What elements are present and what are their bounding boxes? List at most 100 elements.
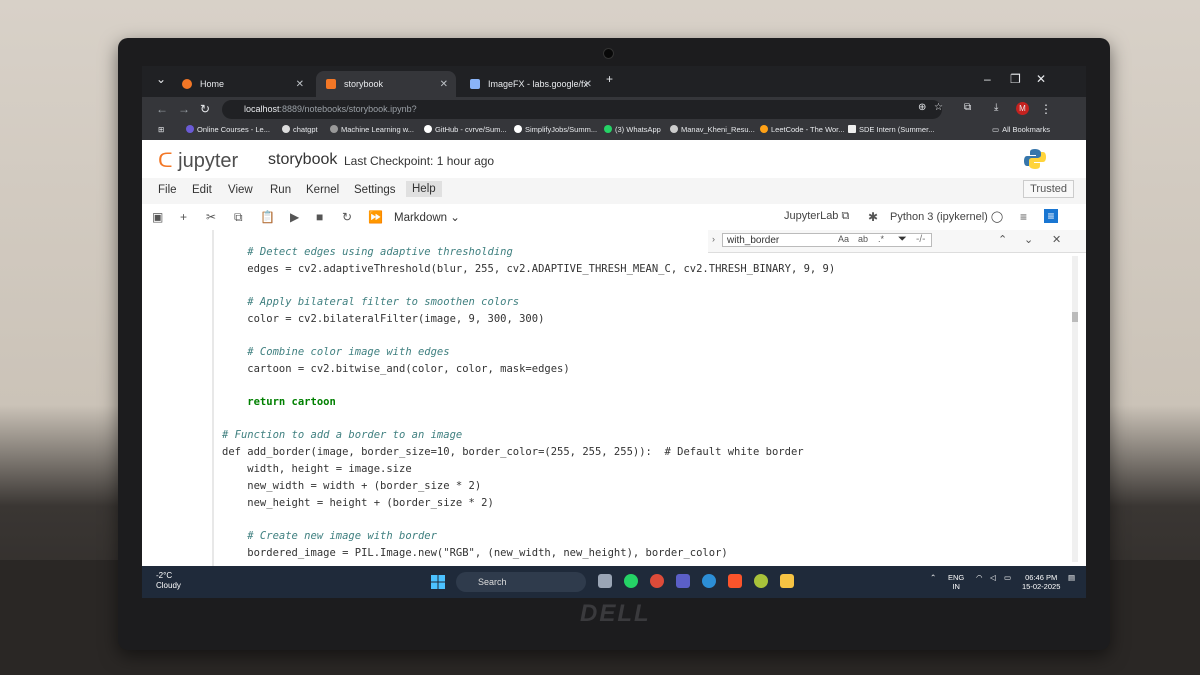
jupyter-header: ᑕ jupyter storybook Last Checkpoint: 1 h…	[142, 140, 1086, 178]
download-icon[interactable]: ⤓	[994, 102, 998, 113]
list-icon[interactable]: ≡	[1020, 210, 1027, 224]
menu-kernel[interactable]: Kernel	[306, 184, 339, 196]
edge-app-icon[interactable]	[702, 574, 716, 588]
extensions-icon[interactable]: ⧉	[964, 102, 971, 113]
battery-icon[interactable]: ▭	[1004, 573, 1011, 582]
bookmark-item[interactable]: GitHub - cvrve/Sum...	[424, 125, 507, 134]
restart-icon[interactable]: ↻	[342, 210, 352, 224]
tab-home[interactable]: Home ✕	[172, 71, 312, 97]
paste-icon[interactable]: 📋	[260, 210, 275, 224]
bookmark-star-icon[interactable]: ☆	[934, 102, 943, 113]
notification-icon[interactable]: ▤	[1068, 573, 1075, 582]
close-icon[interactable]: ✕	[296, 79, 304, 90]
menu-help[interactable]: Help	[406, 181, 442, 197]
menu-settings[interactable]: Settings	[354, 184, 396, 196]
close-icon[interactable]: ✕	[440, 79, 448, 90]
profile-avatar[interactable]: M	[1016, 102, 1029, 115]
tab-imagefx[interactable]: ImageFX - labs.google/fx ✕	[460, 71, 600, 97]
kernel-status[interactable]: Python 3 (ipykernel) ◯	[890, 210, 1003, 223]
find-next-icon[interactable]: ⌄	[1024, 233, 1033, 246]
clock[interactable]: 06:46 PM 15-02-2025	[1022, 573, 1060, 591]
search-label: Search	[478, 577, 507, 587]
zoom-icon[interactable]: ⊕	[918, 102, 926, 113]
bookmark-item[interactable]: Manav_Kheni_Resu...	[670, 125, 755, 134]
jupyter-logo[interactable]: ᑕ jupyter	[158, 148, 238, 173]
restore-icon[interactable]: ❐	[1010, 72, 1021, 86]
notebook-area: # Detect edges using adaptive thresholdi…	[142, 230, 1086, 566]
back-icon[interactable]: ←	[156, 102, 168, 116]
apps-icon[interactable]: ⊞	[158, 125, 164, 134]
weather-desc: Cloudy	[156, 581, 181, 590]
bookmark-item[interactable]: (3) WhatsApp	[604, 125, 661, 134]
chrome-menu-icon[interactable]: ⋮	[1040, 102, 1052, 116]
teams-app-icon[interactable]	[676, 574, 690, 588]
bookmark-item[interactable]: Machine Learning w...	[330, 125, 414, 134]
add-cell-icon[interactable]: +	[180, 210, 187, 224]
file-explorer-app-icon[interactable]	[598, 574, 612, 588]
brave-app-icon[interactable]	[728, 574, 742, 588]
wifi-icon[interactable]: ◠	[976, 573, 983, 582]
tab-search-icon[interactable]: ⌄	[156, 72, 166, 86]
notebook-title[interactable]: storybook	[268, 151, 337, 169]
reload-icon[interactable]: ↻	[200, 102, 210, 116]
minimize-icon[interactable]: –	[984, 72, 991, 86]
bookmark-item[interactable]: chatgpt	[282, 125, 318, 134]
jupyterlab-link[interactable]: JupyterLab ⧉	[784, 210, 849, 223]
menu-run[interactable]: Run	[270, 184, 291, 196]
whole-word-icon[interactable]: ab	[858, 234, 868, 244]
regex-icon[interactable]: .*	[878, 234, 884, 244]
url-host: localhost	[244, 104, 280, 114]
cell-type-select[interactable]: Markdown ⌄	[394, 210, 460, 224]
filter-icon[interactable]: ⏷	[898, 233, 907, 246]
whatsapp-icon	[604, 125, 612, 133]
tab-storybook[interactable]: storybook ✕	[316, 71, 456, 97]
chevron-right-icon[interactable]: ›	[712, 234, 715, 244]
find-close-icon[interactable]: ✕	[1052, 233, 1061, 246]
whatsapp-app-icon[interactable]	[624, 574, 638, 588]
language-indicator[interactable]: ENG IN	[948, 573, 964, 591]
copy-icon[interactable]: ⧉	[234, 210, 243, 225]
bookmark-item[interactable]: SDE Intern (Summer...	[848, 125, 934, 134]
jupyter-brand: jupyter	[178, 150, 239, 172]
bookmark-item[interactable]: Online Courses - Le...	[186, 125, 270, 134]
close-icon[interactable]: ✕	[584, 79, 592, 90]
window-close-icon[interactable]: ✕	[1036, 72, 1046, 86]
weather-widget[interactable]: -2°C Cloudy	[156, 571, 181, 591]
match-case-icon[interactable]: Aa	[838, 234, 849, 244]
bookmark-item[interactable]: SimplifyJobs/Summ...	[514, 125, 597, 134]
taskbar-search[interactable]: Search	[456, 572, 586, 592]
chrome-app-icon[interactable]	[650, 574, 664, 588]
scrollbar-thumb[interactable]	[1072, 312, 1078, 322]
menu-file[interactable]: File	[158, 184, 177, 196]
menu-view[interactable]: View	[228, 184, 253, 196]
tray-chevron-icon[interactable]: ⌃	[930, 573, 936, 582]
stop-icon[interactable]: ■	[316, 210, 323, 224]
address-bar-row: ← → ↻ localhost:8889/notebooks/storybook…	[142, 97, 1086, 122]
folder-app-icon[interactable]	[780, 574, 794, 588]
cell-type-value: Markdown	[394, 212, 448, 224]
forward-icon[interactable]: →	[178, 102, 190, 116]
url-input[interactable]: localhost:8889/notebooks/storybook.ipynb…	[222, 100, 942, 119]
sidebar-toggle-icon[interactable]: ≡	[1044, 209, 1058, 223]
bug-icon[interactable]: ✱	[868, 210, 878, 224]
bookmark-item[interactable]: LeetCode - The Wor...	[760, 125, 845, 134]
menu-edit[interactable]: Edit	[192, 184, 212, 196]
vertical-scrollbar[interactable]	[1072, 256, 1078, 562]
windows-taskbar: -2°C Cloudy Search ⌃ ENG IN ◠ ◁ ▭ 06:46 …	[142, 566, 1086, 598]
clock-time: 06:46 PM	[1025, 573, 1058, 582]
volume-icon[interactable]: ◁	[990, 573, 996, 582]
kernel-name: Python 3 (ipykernel)	[890, 211, 988, 223]
windows-start-icon[interactable]	[431, 575, 445, 589]
all-bookmarks[interactable]: ▭ All Bookmarks	[992, 125, 1050, 134]
new-tab-icon[interactable]: +	[606, 72, 613, 86]
jupyter-menu-bar: File Edit View Run Kernel Settings Help …	[142, 178, 1086, 205]
app-icon[interactable]	[754, 574, 768, 588]
code-line: color = cv2.bilateralFilter(image, 9, 30…	[222, 313, 545, 325]
cut-icon[interactable]: ✂	[206, 210, 216, 224]
run-all-icon[interactable]: ⏩	[368, 210, 383, 224]
find-prev-icon[interactable]: ⌃	[998, 233, 1007, 246]
run-icon[interactable]: ▶	[290, 210, 299, 224]
trusted-badge[interactable]: Trusted	[1023, 180, 1074, 198]
code-line: width, height = image.size	[222, 463, 412, 475]
save-icon[interactable]: ▣	[152, 210, 163, 224]
